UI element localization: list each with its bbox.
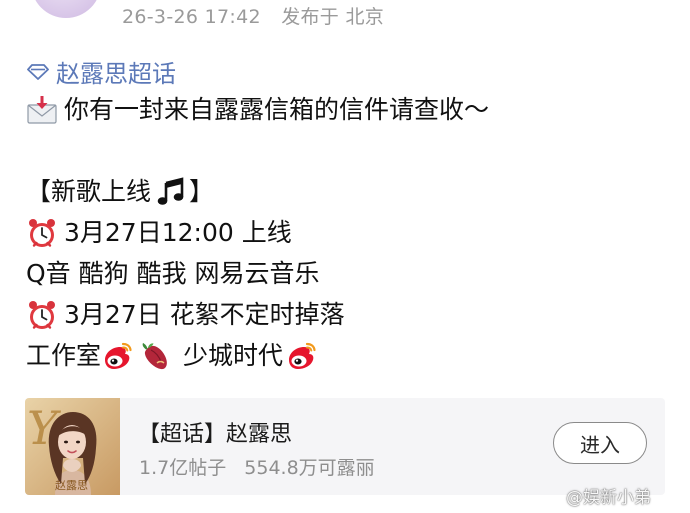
card-cover-text: 赵露思 xyxy=(55,478,88,492)
envelope-icon xyxy=(26,94,58,126)
content-line-3: 3月27日12:00 上线 xyxy=(26,212,489,253)
content-line-6: 工作室 少城时代 xyxy=(26,335,489,376)
content-text-2: 【新歌上线 xyxy=(26,177,152,206)
weibo-icon xyxy=(285,340,317,372)
card-posts-count: 1.7亿帖子 xyxy=(139,457,227,479)
supertopic-card[interactable]: Y 赵露思 【超话】赵露思 1.7亿帖子 554.8万可露丽 进入 xyxy=(25,398,665,495)
card-title: 【超话】赵露思 xyxy=(138,422,293,447)
post-timestamp: 26-3-26 17:42 xyxy=(122,6,261,28)
content-line-4: Q音 酷狗 酷我 网易云音乐 xyxy=(26,253,489,294)
card-stats: 1.7亿帖子 554.8万可露丽 xyxy=(139,453,375,480)
content-line-2: 【新歌上线 】 xyxy=(26,171,489,212)
content-text-5: 3月27日 花絮不定时掉落 xyxy=(64,300,345,329)
content-line-1: 你有一封来自露露信箱的信件请查收～ xyxy=(26,89,489,130)
content-line-5: 3月27日 花絮不定时掉落 xyxy=(26,294,489,335)
card-cover-image: Y 赵露思 xyxy=(25,398,120,495)
post-location: 发布于 北京 xyxy=(281,6,385,28)
watermark: @娱新小弟 xyxy=(566,483,651,508)
post-meta: 26-3-26 17:42 发布于 北京 xyxy=(122,2,398,29)
content-text-3: 3月27日12:00 上线 xyxy=(64,218,292,247)
watermark-text: @娱新小弟 xyxy=(566,488,651,508)
post-content: 你有一封来自露露信箱的信件请查收～ 【新歌上线 】 3月27日12:00 上线 … xyxy=(26,89,489,376)
content-text-4: Q音 酷狗 酷我 网易云音乐 xyxy=(26,259,320,288)
content-text-2-end: 】 xyxy=(189,177,215,206)
music-note-icon xyxy=(155,176,187,208)
content-text-6b[interactable]: 少城时代 xyxy=(183,335,283,376)
diamond-icon xyxy=(27,63,49,80)
content-text-6a[interactable]: 工作室 xyxy=(26,335,101,376)
topic-link[interactable]: 赵露思超话 xyxy=(27,54,176,89)
sweet-potato-icon xyxy=(139,340,171,372)
avatar[interactable] xyxy=(31,0,101,18)
enter-button[interactable]: 进入 xyxy=(553,422,647,464)
alarm-clock-icon xyxy=(26,299,58,331)
topic-label: 赵露思超话 xyxy=(56,60,176,88)
weibo-icon xyxy=(101,340,133,372)
card-members-count: 554.8万可露丽 xyxy=(244,457,375,479)
alarm-clock-icon xyxy=(26,217,58,249)
content-text-1: 你有一封来自露露信箱的信件请查收～ xyxy=(64,95,490,124)
